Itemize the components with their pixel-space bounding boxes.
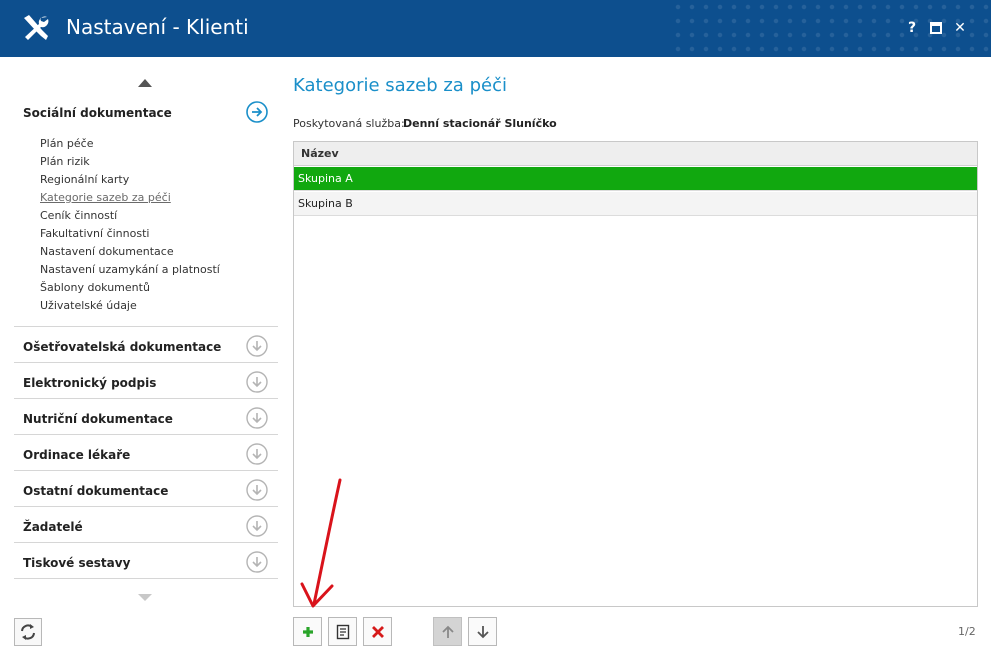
arrow-down-circle-icon[interactable]: [246, 551, 268, 573]
arrow-up-icon: [442, 625, 454, 638]
divider: [14, 542, 278, 543]
table-header[interactable]: Název: [294, 142, 977, 166]
arrow-right-circle-icon[interactable]: [246, 101, 268, 123]
divider: [14, 578, 278, 579]
window-title: Nastavení - Klienti: [66, 15, 249, 39]
sidebar-section-nutricni[interactable]: Nutriční dokumentace: [14, 407, 278, 434]
sidebar-section-elektronicky-podpis[interactable]: Elektronický podpis: [14, 371, 278, 398]
sidebar-section-social[interactable]: Sociální dokumentace: [14, 101, 278, 128]
sidebar-item-nastaveni-uzamykani[interactable]: Nastavení uzamykání a platností: [40, 263, 220, 276]
table-row[interactable]: Skupina A: [294, 167, 977, 191]
wrench-screwdriver-icon: [24, 15, 49, 40]
delete-icon: [372, 626, 384, 638]
sidebar-item-uzivatelske-udaje[interactable]: Uživatelské údaje: [40, 299, 137, 312]
categories-table: Název Skupina A Skupina B: [293, 141, 978, 607]
table-cell-name: Skupina A: [298, 172, 353, 185]
sidebar-item-sablony-dokumentu[interactable]: Šablony dokumentů: [40, 281, 150, 294]
add-icon: [303, 627, 313, 637]
sidebar-item-kategorie-sazeb[interactable]: Kategorie sazeb za péči: [40, 191, 171, 204]
sidebar-scroll-up-icon[interactable]: [138, 79, 152, 87]
sidebar-item-plan-pece[interactable]: Plán péče: [40, 137, 93, 150]
move-down-button[interactable]: [468, 617, 497, 646]
annotation-arrow-icon: [300, 478, 342, 608]
sidebar-scroll-down-icon[interactable]: [138, 594, 152, 601]
sidebar-section-label: Ošetřovatelská dokumentace: [23, 340, 222, 354]
divider: [14, 434, 278, 435]
sidebar-section-ostatni[interactable]: Ostatní dokumentace: [14, 479, 278, 506]
divider: [14, 398, 278, 399]
sidebar-section-label: Žadatelé: [23, 520, 83, 534]
sidebar-section-zadatele[interactable]: Žadatelé: [14, 515, 278, 542]
refresh-icon: [21, 624, 35, 640]
sidebar-section-label: Ordinace lékaře: [23, 448, 131, 462]
arrow-down-circle-icon[interactable]: [246, 335, 268, 357]
sidebar-section-label: Ostatní dokumentace: [23, 484, 169, 498]
table-row[interactable]: Skupina B: [294, 192, 977, 216]
arrow-down-circle-icon[interactable]: [246, 371, 268, 393]
edit-button[interactable]: [328, 617, 357, 646]
sidebar-section-label: Sociální dokumentace: [23, 106, 172, 120]
divider: [14, 506, 278, 507]
sidebar-item-fakultativni-cinnosti[interactable]: Fakultativní činnosti: [40, 227, 149, 240]
table-cell-name: Skupina B: [298, 197, 353, 210]
arrow-down-circle-icon[interactable]: [246, 479, 268, 501]
sidebar-section-label: Nutriční dokumentace: [23, 412, 173, 426]
arrow-down-circle-icon[interactable]: [246, 407, 268, 429]
arrow-down-icon: [477, 626, 489, 639]
divider: [14, 362, 278, 363]
sidebar-section-label: Tiskové sestavy: [23, 556, 131, 570]
square-icon: [930, 22, 942, 34]
arrow-down-circle-icon[interactable]: [246, 443, 268, 465]
service-label: Poskytovaná služba:: [293, 117, 405, 130]
sidebar-item-regionalni-karty[interactable]: Regionální karty: [40, 173, 129, 186]
move-up-button[interactable]: [433, 617, 462, 646]
arrow-down-circle-icon[interactable]: [246, 515, 268, 537]
divider: [14, 470, 278, 471]
delete-button[interactable]: [363, 617, 392, 646]
pager: 1/2: [958, 625, 976, 638]
add-button[interactable]: [293, 617, 322, 646]
help-button[interactable]: ?: [903, 18, 921, 38]
sidebar-item-cenik-cinnosti[interactable]: Ceník činností: [40, 209, 117, 222]
page-title: Kategorie sazeb za péči: [293, 75, 507, 96]
column-header-name: Název: [301, 147, 339, 160]
close-button[interactable]: ✕: [951, 18, 969, 38]
refresh-button[interactable]: [14, 618, 42, 646]
edit-icon: [336, 624, 350, 640]
maximize-button[interactable]: [927, 18, 945, 38]
divider: [14, 326, 278, 327]
sidebar-section-tiskove-sestavy[interactable]: Tiskové sestavy: [14, 551, 278, 578]
sidebar-section-ordinace[interactable]: Ordinace lékaře: [14, 443, 278, 470]
sidebar-item-plan-rizik[interactable]: Plán rizik: [40, 155, 90, 168]
sidebar-section-label: Elektronický podpis: [23, 376, 157, 390]
sidebar-item-nastaveni-dokumentace[interactable]: Nastavení dokumentace: [40, 245, 174, 258]
sidebar-section-osetrovatelska[interactable]: Ošetřovatelská dokumentace: [14, 335, 278, 362]
service-value: Denní stacionář Sluníčko: [403, 117, 557, 130]
title-bar: Nastavení - Klienti ? ✕: [0, 0, 991, 57]
